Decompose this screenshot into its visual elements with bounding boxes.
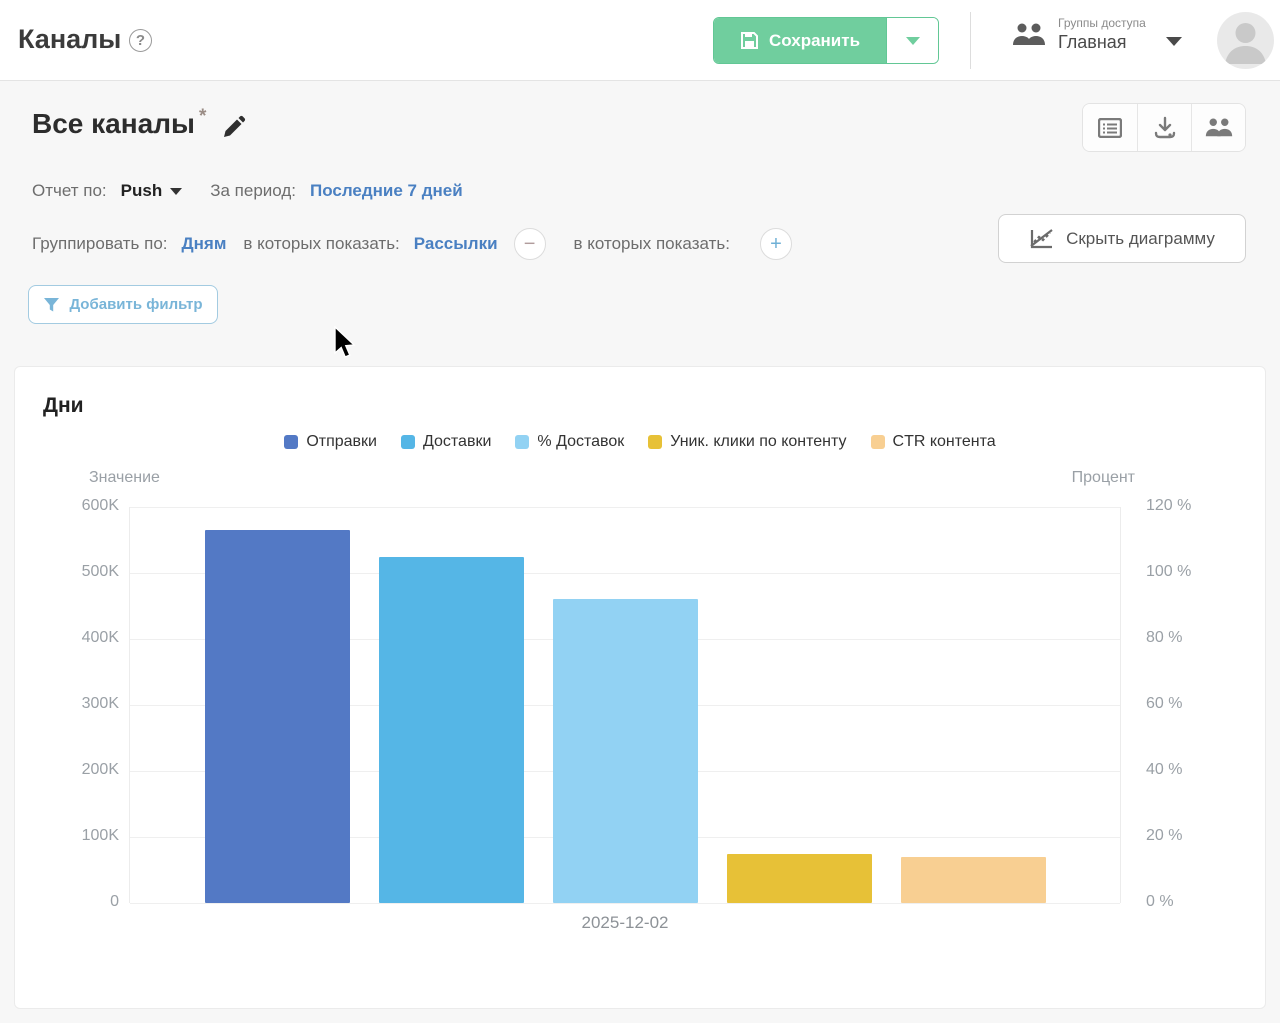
legend-item[interactable]: Отправки — [284, 433, 377, 451]
users-icon — [1012, 21, 1046, 49]
legend-item[interactable]: Доставки — [401, 433, 491, 451]
legend-item[interactable]: % Доставок — [515, 433, 624, 451]
legend-label: CTR контента — [893, 433, 996, 451]
legend-label: % Доставок — [537, 433, 624, 451]
legend-item[interactable]: CTR контента — [871, 433, 996, 451]
page-toolbar — [1082, 103, 1246, 152]
top-header: Каналы ? Сохранить Группы доступа Главна… — [0, 0, 1280, 81]
left-axis-tick: 600K — [82, 497, 119, 515]
bar-1[interactable] — [205, 530, 350, 903]
left-axis-tick: 400K — [82, 629, 119, 647]
filter-row-2: Группировать по: Дням в которых показать… — [32, 228, 792, 260]
download-icon — [1153, 116, 1177, 140]
filter-row-1: Отчет по: Push За период: Последние 7 дн… — [32, 181, 463, 201]
legend-swatch-icon — [401, 435, 415, 449]
right-axis-title: Процент — [1072, 469, 1135, 487]
filter-funnel-icon — [43, 297, 60, 313]
hide-chart-label: Скрыть диаграмму — [1066, 229, 1215, 249]
legend-swatch-icon — [648, 435, 662, 449]
period-label: За период: — [210, 181, 296, 201]
save-button-group: Сохранить — [713, 17, 939, 64]
show-in-link[interactable]: Рассылки — [414, 234, 498, 254]
remove-dimension-button[interactable]: − — [514, 228, 546, 260]
legend-swatch-icon — [284, 435, 298, 449]
left-axis-tick: 100K — [82, 827, 119, 845]
bar-4[interactable] — [727, 854, 872, 903]
users-group-icon — [1205, 116, 1233, 140]
right-axis-tick: 80 % — [1146, 629, 1182, 647]
period-link[interactable]: Последние 7 дней — [310, 181, 463, 201]
save-button[interactable]: Сохранить — [714, 18, 886, 63]
table-icon — [1098, 118, 1122, 138]
access-group-value: Главная — [1058, 32, 1146, 53]
save-dropdown-button[interactable] — [886, 18, 938, 63]
save-button-label: Сохранить — [769, 31, 860, 51]
add-dimension-button[interactable]: + — [760, 228, 792, 260]
mouse-cursor — [333, 326, 359, 360]
legend-label: Уник. клики по контенту — [670, 433, 846, 451]
download-button[interactable] — [1137, 104, 1191, 151]
legend-label: Доставки — [423, 433, 491, 451]
table-view-button[interactable] — [1083, 104, 1137, 151]
access-group-selector[interactable]: Группы доступа Главная — [1012, 16, 1182, 53]
right-axis-tick: 60 % — [1146, 695, 1182, 713]
add-filter-label: Добавить фильтр — [69, 296, 202, 313]
x-axis-category: 2025-12-02 — [129, 913, 1121, 933]
share-access-button[interactable] — [1191, 104, 1245, 151]
left-axis-tick: 500K — [82, 563, 119, 581]
chevron-down-icon — [170, 188, 182, 195]
help-icon[interactable]: ? — [129, 29, 152, 52]
access-group-label: Группы доступа — [1058, 16, 1146, 30]
left-axis-tick: 200K — [82, 761, 119, 779]
left-axis-tick: 300K — [82, 695, 119, 713]
bar-2[interactable] — [379, 557, 524, 903]
left-axis-tick: 0 — [110, 893, 119, 911]
chevron-down-icon — [1166, 37, 1182, 46]
legend-swatch-icon — [871, 435, 885, 449]
bar-3[interactable] — [553, 599, 698, 903]
hide-chart-button[interactable]: Скрыть диаграмму — [998, 214, 1246, 263]
unsaved-asterisk: * — [199, 106, 206, 128]
show-in-label-2: в которых показать: — [574, 234, 730, 254]
chart-legend: Отправки Доставки % Доставок Уник. клики по… — [15, 433, 1265, 451]
legend-swatch-icon — [515, 435, 529, 449]
group-by-link[interactable]: Дням — [182, 234, 227, 254]
avatar[interactable] — [1217, 12, 1274, 69]
right-axis-tick: 0 % — [1146, 893, 1174, 911]
gridline — [130, 507, 1120, 508]
right-axis-tick: 100 % — [1146, 563, 1191, 581]
chevron-down-icon — [906, 37, 920, 45]
left-axis-title: Значение — [89, 469, 160, 487]
save-icon — [740, 31, 759, 50]
gridline — [130, 903, 1120, 904]
header-divider — [970, 12, 971, 69]
report-by-select[interactable]: Push — [121, 181, 183, 201]
page-title: Все каналы — [32, 108, 195, 140]
report-by-label: Отчет по: — [32, 181, 107, 201]
group-by-label: Группировать по: — [32, 234, 168, 254]
plot-area — [129, 507, 1121, 903]
legend-label: Отправки — [306, 433, 377, 451]
right-axis-tick: 120 % — [1146, 497, 1191, 515]
app-root: Каналы ? Сохранить Группы доступа Главна… — [0, 0, 1280, 1023]
add-filter-button[interactable]: Добавить фильтр — [28, 285, 218, 324]
chart-slash-icon — [1029, 227, 1055, 251]
bar-5[interactable] — [901, 857, 1046, 903]
chart-card: Дни Отправки Доставки % Доставок Уник. клик… — [14, 366, 1266, 1009]
right-axis-tick: 40 % — [1146, 761, 1182, 779]
chart-title: Дни — [43, 394, 84, 418]
right-axis-tick: 20 % — [1146, 827, 1182, 845]
legend-item[interactable]: Уник. клики по контенту — [648, 433, 846, 451]
show-in-label-1: в которых показать: — [243, 234, 399, 254]
app-title: Каналы — [18, 24, 121, 55]
edit-title-icon[interactable] — [220, 115, 246, 141]
